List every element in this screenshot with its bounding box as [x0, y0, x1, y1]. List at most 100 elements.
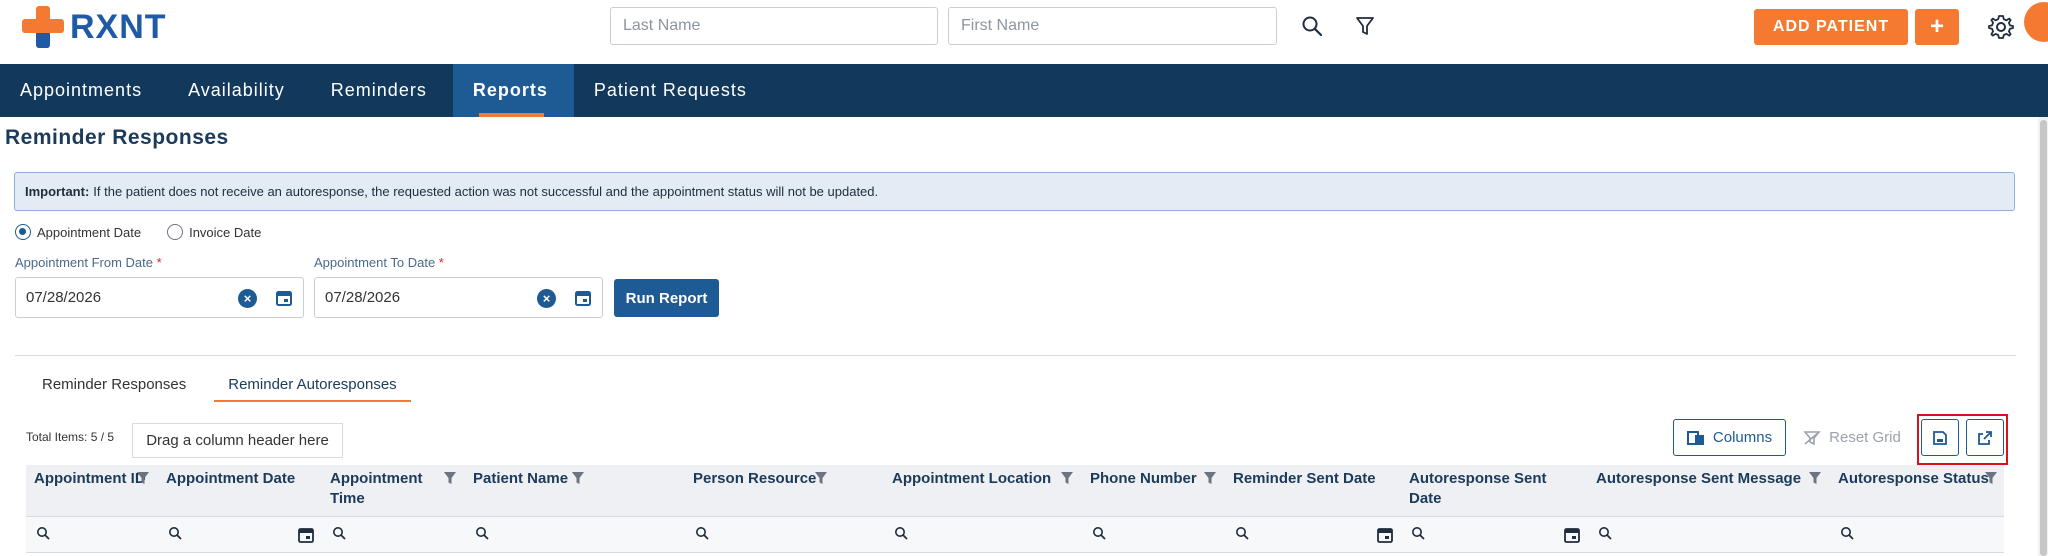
total-items-count: Total Items: 5 / 5: [26, 430, 115, 444]
required-mark: *: [438, 255, 444, 270]
columns-button[interactable]: Columns: [1673, 419, 1786, 456]
add-menu-button[interactable]: +: [1915, 9, 1959, 45]
nav-reports[interactable]: Reports: [452, 64, 574, 117]
filter-icon[interactable]: [136, 471, 150, 491]
calendar-icon[interactable]: [574, 289, 592, 307]
notice-label: Important:: [25, 184, 90, 199]
nav-appointments[interactable]: Appointments: [0, 64, 168, 117]
column-header-autoresponse-sent-date[interactable]: Autoresponse Sent Date: [1401, 465, 1588, 517]
reset-grid-button[interactable]: Reset Grid: [1796, 419, 1908, 456]
column-header-reminder-sent-date[interactable]: Reminder Sent Date: [1225, 465, 1401, 517]
column-title: Autoresponse Status: [1838, 470, 1989, 487]
top-header: RXNT ADD PATIENT +: [0, 0, 2048, 64]
calendar-icon[interactable]: [298, 527, 314, 548]
rxnt-logo[interactable]: RXNT: [22, 6, 167, 48]
highlight-box: [1917, 414, 2008, 465]
add-patient-button[interactable]: ADD PATIENT: [1754, 9, 1908, 45]
filter-icon[interactable]: [1203, 471, 1217, 491]
to-date-value[interactable]: 07/28/2026: [325, 289, 400, 306]
clear-icon[interactable]: ×: [537, 289, 556, 308]
filter-icon[interactable]: [443, 471, 457, 491]
from-date-label-text: Appointment From Date: [15, 255, 154, 270]
column-title: Person Resource: [693, 470, 817, 487]
grid-filter-row: [26, 517, 2004, 553]
page-title: Reminder Responses: [5, 126, 229, 149]
date-type-radio-group: Appointment Date Invoice Date: [15, 224, 287, 240]
search-icon[interactable]: [695, 526, 709, 545]
column-header-appointment-location[interactable]: Appointment Location: [884, 465, 1082, 517]
column-title: Appointment Date: [166, 470, 296, 487]
from-date-value[interactable]: 07/28/2026: [26, 289, 101, 306]
search-icon[interactable]: [1296, 10, 1328, 42]
from-date-label: Appointment From Date *: [15, 255, 162, 270]
column-header-appointment-date[interactable]: Appointment Date: [158, 465, 322, 517]
gear-icon[interactable]: [1986, 12, 2016, 42]
grid-header-row: Appointment ID Appointment Date Appointm…: [26, 465, 2004, 517]
radio-invoice-date-label[interactable]: Invoice Date: [189, 225, 261, 240]
search-icon[interactable]: [1598, 526, 1612, 545]
filter-icon[interactable]: [571, 471, 585, 491]
to-date-field[interactable]: 07/28/2026 ×: [314, 277, 603, 318]
filter-icon[interactable]: [1808, 471, 1822, 491]
column-title: Reminder Sent Date: [1233, 470, 1376, 487]
tab-reminder-autoresponses[interactable]: Reminder Autoresponses: [214, 372, 412, 402]
run-report-button[interactable]: Run Report: [614, 279, 719, 317]
column-title: Appointment ID: [34, 470, 146, 487]
column-title: Patient Name: [473, 470, 569, 487]
search-icon[interactable]: [332, 526, 346, 545]
column-header-autoresponse-status[interactable]: Autoresponse Status: [1830, 465, 2004, 517]
column-header-appointment-time[interactable]: Appointment Time: [322, 465, 465, 517]
nav-patient-requests[interactable]: Patient Requests: [574, 64, 773, 117]
logo-cross-icon: [22, 6, 64, 48]
tab-reminder-responses[interactable]: Reminder Responses: [28, 372, 200, 402]
section-divider: [15, 355, 2016, 356]
filter-icon[interactable]: [1349, 10, 1381, 42]
from-date-field[interactable]: 07/28/2026 ×: [15, 277, 304, 318]
search-icon[interactable]: [36, 526, 50, 545]
column-header-appointment-id[interactable]: Appointment ID: [26, 465, 158, 517]
reset-grid-button-label: Reset Grid: [1829, 429, 1901, 446]
search-icon[interactable]: [475, 526, 489, 545]
notice-text: If the patient does not receive an autor…: [93, 184, 879, 199]
radio-invoice-date[interactable]: [167, 224, 184, 240]
column-header-patient-name[interactable]: Patient Name: [465, 465, 685, 517]
column-header-autoresponse-sent-message[interactable]: Autoresponse Sent Message: [1588, 465, 1830, 517]
first-name-input[interactable]: [948, 7, 1277, 45]
to-date-label: Appointment To Date *: [314, 255, 444, 270]
search-icon[interactable]: [1411, 526, 1425, 545]
radio-appointment-date[interactable]: [15, 224, 31, 240]
page-scrollbar-thumb[interactable]: [2040, 120, 2047, 556]
columns-button-label: Columns: [1712, 429, 1773, 446]
column-header-phone-number[interactable]: Phone Number: [1082, 465, 1225, 517]
search-icon[interactable]: [168, 526, 182, 545]
required-mark: *: [156, 255, 162, 270]
calendar-icon[interactable]: [1564, 527, 1580, 548]
column-title: Phone Number: [1090, 470, 1197, 487]
calendar-icon[interactable]: [275, 289, 293, 307]
search-icon[interactable]: [894, 526, 908, 545]
column-title: Appointment Location: [892, 470, 1052, 487]
filter-icon[interactable]: [814, 471, 828, 491]
column-header-person-resource[interactable]: Person Resource: [685, 465, 884, 517]
search-icon[interactable]: [1235, 526, 1249, 545]
radio-appointment-date-label[interactable]: Appointment Date: [37, 225, 141, 240]
clear-icon[interactable]: ×: [238, 289, 257, 308]
column-title: Autoresponse Sent Message: [1596, 470, 1802, 487]
logo-text: RXNT: [70, 7, 167, 46]
user-avatar[interactable]: [2024, 2, 2048, 42]
calendar-icon[interactable]: [1377, 527, 1393, 548]
report-tabs: Reminder Responses Reminder Autoresponse…: [28, 372, 425, 402]
to-date-label-text: Appointment To Date: [314, 255, 436, 270]
search-icon[interactable]: [1092, 526, 1106, 545]
columns-icon: [1686, 430, 1704, 445]
last-name-input[interactable]: [610, 7, 938, 45]
filter-icon[interactable]: [1984, 471, 1998, 491]
filter-icon[interactable]: [1060, 471, 1074, 491]
search-icon[interactable]: [1840, 526, 1854, 545]
important-notice: Important: If the patient does not recei…: [14, 172, 2015, 211]
filter-clear-icon: [1803, 430, 1821, 445]
column-title: Appointment Time: [330, 470, 423, 507]
group-by-drop-zone[interactable]: Drag a column header here: [132, 423, 343, 458]
nav-reminders[interactable]: Reminders: [311, 64, 453, 117]
nav-availability[interactable]: Availability: [168, 64, 311, 117]
